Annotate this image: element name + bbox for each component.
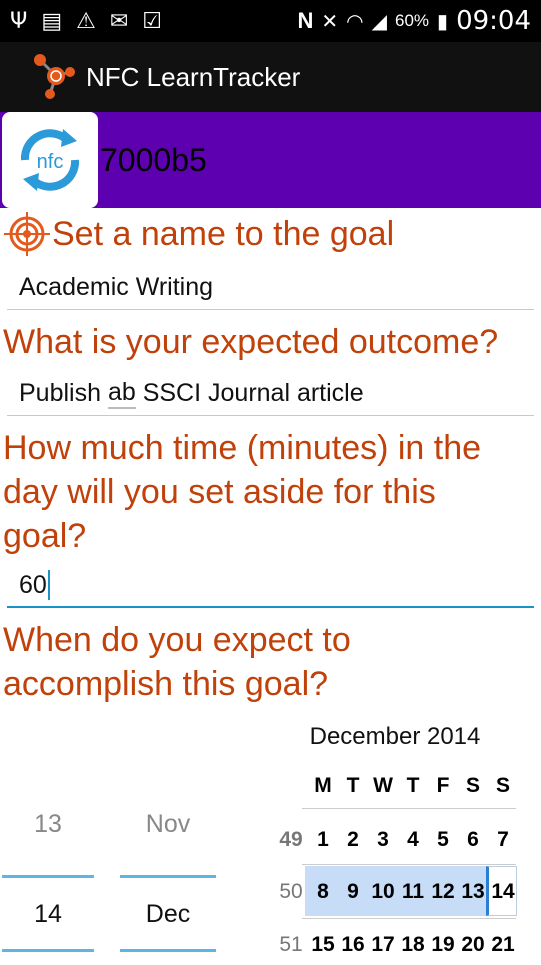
- day-spinner-current[interactable]: 14: [0, 900, 96, 929]
- battery-percent: 60%: [395, 11, 430, 30]
- calendar-week-row-selected: 50 8 9 10 11 12 13 14: [274, 880, 518, 904]
- battery-icon: ▮: [437, 10, 449, 33]
- month-spinner-top-divider: [120, 875, 216, 878]
- mute-icon: ✕: [321, 10, 339, 33]
- calendar-week-row: 49 1 2 3 4 5 6 7: [274, 828, 518, 852]
- nfc-tag-banner: nfc 7000b5: [0, 112, 541, 208]
- calendar-day[interactable]: 13: [458, 880, 488, 904]
- date-label-line-1: When do you expect to: [3, 621, 351, 659]
- warning-icon: ⚠: [76, 8, 96, 34]
- status-bar: Ψ ▤ ⚠ ✉ ☑ N ✕ ◠ ◢ 60% ▮ 09:04: [0, 0, 541, 42]
- task-icon: ☑: [142, 8, 163, 34]
- calendar-header-divider: [302, 808, 516, 809]
- calendar-row-divider: [302, 918, 516, 919]
- weekday-label: T: [406, 774, 420, 797]
- day-spinner-top-divider: [2, 875, 94, 878]
- app-logo-icon[interactable]: [26, 50, 80, 104]
- weekday-label: S: [495, 774, 510, 797]
- target-icon: [4, 212, 50, 256]
- calendar-day[interactable]: 20: [458, 933, 488, 957]
- calendar-weekday-header: M T W T F S S: [274, 774, 518, 798]
- outcome-input[interactable]: Publish ab SSCI Journal article: [7, 372, 534, 416]
- nfc-icon: N: [297, 8, 314, 33]
- calendar-day[interactable]: 15: [308, 933, 338, 957]
- calendar-day[interactable]: 2: [338, 828, 368, 852]
- sim-card-icon: ▤: [41, 8, 63, 34]
- outcome-value-start: Publish: [19, 379, 108, 407]
- goal-name-value: Academic Writing: [19, 273, 214, 301]
- month-spinner-prev[interactable]: Nov: [120, 810, 216, 839]
- calendar-day[interactable]: 4: [398, 828, 428, 852]
- week-number: 49: [279, 828, 303, 851]
- time-minutes-value: 60: [19, 570, 47, 599]
- calendar-day[interactable]: 19: [428, 933, 458, 957]
- text-cursor: [47, 570, 50, 600]
- outcome-label: What is your expected outcome?: [3, 323, 499, 361]
- month-spinner-current[interactable]: Dec: [120, 900, 216, 929]
- day-spinner-prev[interactable]: 13: [0, 810, 96, 839]
- mail-icon: ✉: [109, 8, 129, 34]
- calendar-day[interactable]: 12: [428, 880, 458, 904]
- month-spinner-bottom-divider: [120, 949, 216, 952]
- date-label-line-2: accomplish this goal?: [3, 665, 329, 703]
- week-number: 50: [279, 880, 303, 903]
- time-minutes-input[interactable]: 60: [7, 564, 534, 608]
- calendar-day[interactable]: 7: [488, 828, 518, 852]
- weekday-label: F: [436, 774, 450, 797]
- notification-icons: Ψ ▤ ⚠ ✉ ☑: [10, 9, 162, 34]
- calendar-day[interactable]: 17: [368, 933, 398, 957]
- calendar-row-divider: [302, 864, 516, 865]
- goal-name-input[interactable]: Academic Writing: [7, 266, 534, 310]
- weekday-label: S: [465, 774, 480, 797]
- day-spinner-bottom-divider: [2, 949, 94, 952]
- calendar-day[interactable]: 10: [368, 880, 398, 904]
- time-label-line-1: How much time (minutes) in the: [3, 429, 482, 467]
- action-bar: NFC LearnTracker: [0, 42, 541, 112]
- week-number: 51: [279, 933, 303, 956]
- calendar-day[interactable]: 1: [308, 828, 338, 852]
- clock: 09:04: [456, 6, 531, 36]
- goal-name-label: Set a name to the goal: [52, 215, 395, 253]
- wifi-icon: ◠: [346, 10, 364, 33]
- outcome-value-end: SSCI Journal article: [135, 379, 364, 407]
- calendar-day[interactable]: 9: [338, 880, 368, 904]
- app-title: NFC LearnTracker: [86, 61, 301, 92]
- calendar-day[interactable]: 8: [308, 880, 338, 904]
- calendar-day[interactable]: 5: [428, 828, 458, 852]
- calendar-day[interactable]: 11: [398, 880, 428, 904]
- weekday-label: W: [373, 774, 393, 797]
- usb-icon: Ψ: [10, 8, 28, 34]
- system-icons: N ✕ ◠ ◢ 60% ▮ 09:04: [298, 6, 531, 36]
- calendar-day[interactable]: 16: [338, 933, 368, 957]
- calendar-day[interactable]: 3: [368, 828, 398, 852]
- calendar-month-title: December 2014: [309, 723, 481, 750]
- calendar-day[interactable]: 18: [398, 933, 428, 957]
- calendar-day-selected[interactable]: 14: [488, 880, 518, 904]
- nfc-logo-icon: nfc: [2, 112, 98, 208]
- outcome-value-misspelled: ab: [107, 378, 136, 409]
- calendar-week-row: 51 15 16 17 18 19 20 21: [274, 933, 518, 957]
- time-label-line-3: goal?: [3, 517, 87, 555]
- signal-icon: ◢: [371, 10, 388, 33]
- calendar-day[interactable]: 21: [488, 933, 518, 957]
- time-label-line-2: day will you set aside for this: [3, 473, 436, 511]
- calendar-day[interactable]: 6: [458, 828, 488, 852]
- weekday-label: T: [346, 774, 360, 797]
- tag-id: 7000b5: [100, 141, 207, 178]
- nfc-logo-text: nfc: [37, 151, 64, 173]
- weekday-label: M: [314, 774, 332, 797]
